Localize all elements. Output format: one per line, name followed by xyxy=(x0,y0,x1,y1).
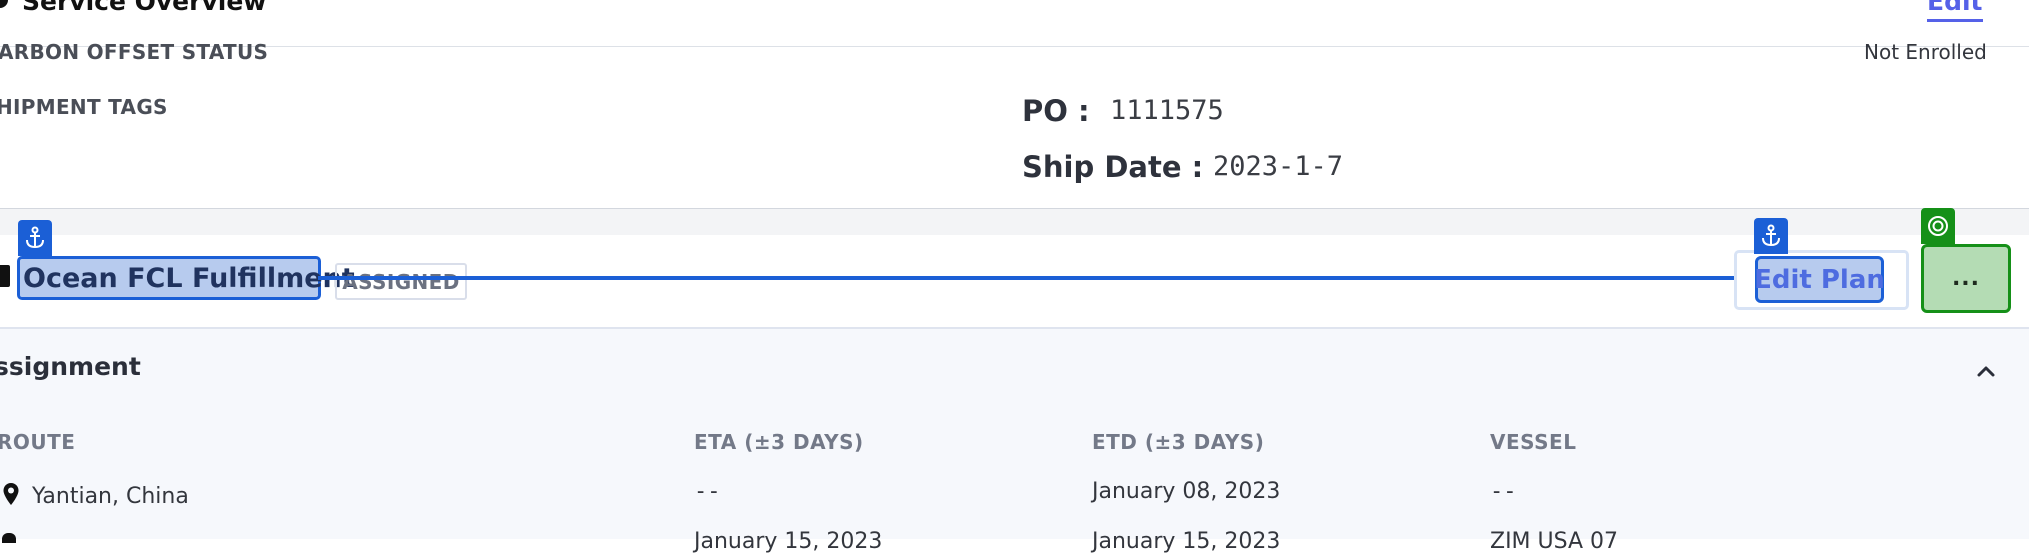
ship-date-label: Ship Date : xyxy=(1022,150,1204,184)
vessel-value: ZIM USA 07 xyxy=(1490,529,1619,554)
chevron-up-icon[interactable] xyxy=(1974,359,1998,383)
assignment-title[interactable]: ssignment xyxy=(0,352,141,381)
anchor-icon xyxy=(18,220,52,256)
eta-value: January 15, 2023 xyxy=(694,529,883,554)
route-origin: Yantian, China xyxy=(32,484,189,509)
plan-flag-icon xyxy=(0,265,10,287)
map-pin-icon xyxy=(3,483,19,505)
shipment-tags-label: HIPMENT TAGS xyxy=(0,95,168,119)
map-pin-icon xyxy=(2,533,16,543)
anchor-icon xyxy=(1754,218,1788,254)
plan-name[interactable]: Ocean FCL Fulfillment xyxy=(23,263,355,294)
po-label: PO : xyxy=(1022,94,1090,128)
column-header-eta: ETA (±3 DAYS) xyxy=(694,430,864,454)
column-header-route: ROUTE xyxy=(0,430,76,454)
column-header-etd: ETD (±3 DAYS) xyxy=(1092,430,1265,454)
column-header-vessel: VESSEL xyxy=(1490,430,1577,454)
annotation-connector-line xyxy=(318,276,1758,280)
vessel-value: -- xyxy=(1490,479,1517,504)
edit-overview-link[interactable]: Edit xyxy=(1927,0,1983,16)
carbon-offset-label: ARBON OFFSET STATUS xyxy=(0,40,269,64)
eta-value: -- xyxy=(694,479,721,504)
carbon-offset-value: Not Enrolled xyxy=(1864,40,1987,64)
etd-value: January 15, 2023 xyxy=(1092,529,1281,554)
ship-date-value: 2023-1-7 xyxy=(1213,151,1344,182)
section-header xyxy=(0,0,2029,47)
more-options-button[interactable]: ... xyxy=(1921,244,2011,313)
po-value: 1111575 xyxy=(1110,95,1224,126)
section-title: Service Overview xyxy=(22,0,267,16)
etd-value: January 08, 2023 xyxy=(1092,479,1281,504)
edit-plan-label: Edit Plan xyxy=(1754,264,1885,295)
section-divider xyxy=(0,208,2029,236)
assignment-section xyxy=(0,329,2029,539)
status-badge: ASSIGNED xyxy=(335,263,467,300)
more-options-label: ... xyxy=(1951,266,1981,291)
edit-plan-button[interactable]: Edit Plan xyxy=(1754,256,1885,303)
edit-link-underline xyxy=(1927,19,1983,22)
target-icon xyxy=(1921,208,1955,244)
